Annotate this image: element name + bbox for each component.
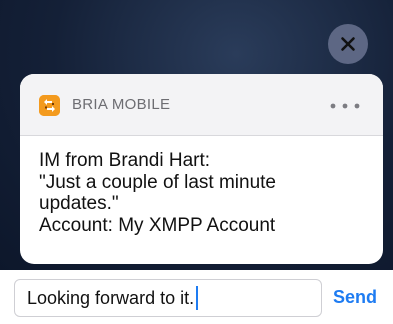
- reply-input[interactable]: Looking forward to it.: [14, 279, 322, 317]
- message-line: IM from Brandi Hart:: [39, 150, 211, 171]
- close-icon: [341, 37, 355, 51]
- app-name: BRIA MOBILE: [72, 96, 171, 113]
- message-line: updates.": [39, 193, 119, 214]
- text-caret: [196, 286, 199, 310]
- send-button[interactable]: Send: [333, 287, 377, 308]
- reply-input-value: Looking forward to it.: [27, 287, 195, 308]
- message-line: Account: My XMPP Account: [39, 214, 276, 236]
- ellipsis-icon[interactable]: [330, 103, 360, 109]
- close-button[interactable]: [328, 24, 368, 64]
- notification-header: BRIA MOBILE: [20, 74, 383, 136]
- reply-bar: Looking forward to it. Send: [0, 270, 393, 324]
- notification-message: IM from Brandi Hart: "Just a couple of l…: [39, 150, 369, 236]
- bria-logo-icon: [39, 95, 60, 116]
- message-line: "Just a couple of last minute: [39, 171, 276, 193]
- notification-card: BRIA MOBILE IM from Brandi Hart: "Just a…: [20, 74, 383, 264]
